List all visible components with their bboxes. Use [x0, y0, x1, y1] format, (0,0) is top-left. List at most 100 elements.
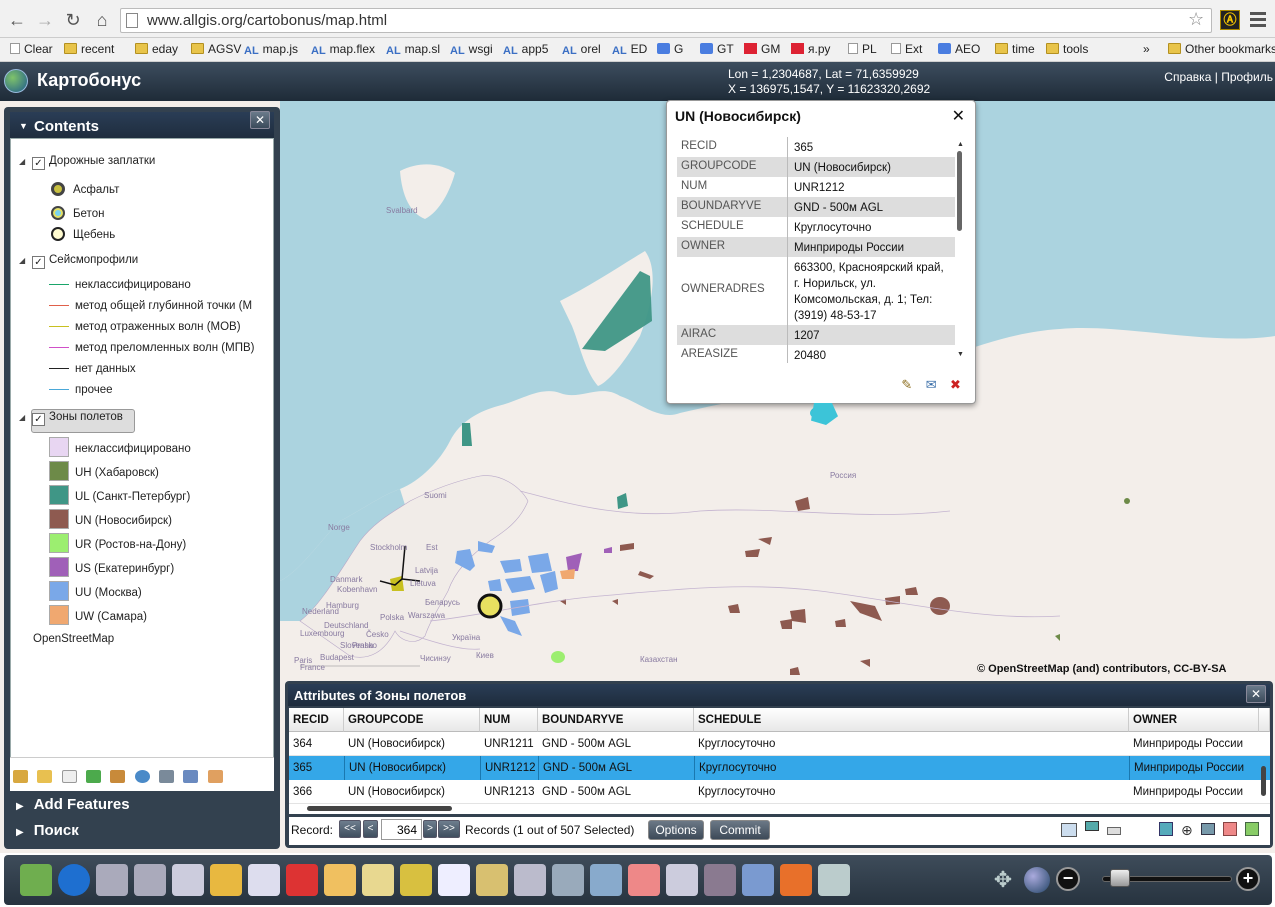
- database-icon[interactable]: [818, 864, 850, 896]
- field-settings-icon[interactable]: [1245, 822, 1259, 836]
- full-extent-icon[interactable]: [1024, 867, 1050, 893]
- filter-icon[interactable]: [183, 770, 199, 783]
- grid-vertical-scrollbar[interactable]: [1261, 766, 1266, 796]
- group-layer-icon[interactable]: [37, 770, 53, 783]
- zoom-in-button[interactable]: +: [1236, 867, 1260, 891]
- edit-icon[interactable]: ✎: [899, 377, 914, 392]
- bookmark-14[interactable]: я.ру: [791, 42, 830, 56]
- popup-scrollbar[interactable]: ▲ ▼: [957, 141, 964, 361]
- extension-icon[interactable]: Ⓐ: [1220, 10, 1240, 30]
- bookmark-16[interactable]: Ext: [891, 42, 922, 56]
- next-record-button[interactable]: >: [423, 820, 437, 838]
- info-icon[interactable]: [58, 864, 90, 896]
- options-button[interactable]: Options: [648, 820, 704, 840]
- bookmark-1[interactable]: recent: [64, 42, 114, 56]
- select-edit-icon[interactable]: [590, 864, 622, 896]
- bookmark-12[interactable]: GT: [700, 42, 734, 56]
- grid-icon[interactable]: [362, 864, 394, 896]
- contents-close-button[interactable]: ✕: [250, 111, 270, 129]
- basemap-row[interactable]: OpenStreetMap: [33, 633, 114, 645]
- layer-checkbox[interactable]: ✓: [32, 413, 45, 426]
- home-icon[interactable]: ⌂: [91, 9, 113, 31]
- expand-icon[interactable]: ◢: [19, 256, 28, 265]
- clear-selection-icon[interactable]: [1223, 822, 1237, 836]
- table-row[interactable]: 365 UN (Новосибирск) UNR1212 GND - 500м AGL…: [289, 756, 1270, 780]
- bookmark-18[interactable]: time: [995, 42, 1035, 56]
- pan-icon[interactable]: ✥: [990, 867, 1016, 893]
- last-record-button[interactable]: >>: [438, 820, 460, 838]
- bookmark-6[interactable]: AL map.sl: [386, 42, 440, 57]
- table-icon[interactable]: [159, 770, 175, 783]
- attribute-close-button[interactable]: ✕: [1246, 685, 1266, 703]
- binoculars-icon[interactable]: [514, 864, 546, 896]
- commit-button[interactable]: Commit: [710, 820, 770, 840]
- bookmark-9[interactable]: AL orel: [562, 42, 601, 57]
- bookmark-5[interactable]: AL map.flex: [311, 42, 375, 57]
- rss-icon[interactable]: [780, 864, 812, 896]
- column-header[interactable]: GROUPCODE: [344, 708, 480, 732]
- measure-area-icon[interactable]: [134, 864, 166, 896]
- basemap-icon[interactable]: [400, 864, 432, 896]
- grid-horizontal-scrollbar[interactable]: [307, 806, 452, 811]
- edit-map-icon[interactable]: [476, 864, 508, 896]
- layer-row[interactable]: ◢ ✓ Зоны полетов: [19, 411, 123, 426]
- bookmark-11[interactable]: G: [657, 42, 683, 56]
- add-layer-icon[interactable]: [13, 770, 28, 783]
- print-icon[interactable]: [248, 864, 280, 896]
- document-icon[interactable]: [438, 864, 470, 896]
- bookmark-0[interactable]: Clear: [10, 42, 53, 56]
- expand-icon[interactable]: ◢: [19, 413, 28, 422]
- bookmark-10[interactable]: AL ED: [612, 42, 647, 57]
- bookmark-7[interactable]: AL wsgi: [450, 42, 493, 57]
- comment-icon[interactable]: ✉: [924, 377, 939, 392]
- bookmark-4[interactable]: AL map.js: [244, 42, 298, 57]
- bookmarks-more-button[interactable]: »: [1143, 42, 1150, 56]
- add-features-section[interactable]: ▶ Add Features: [16, 796, 130, 813]
- measure-icon[interactable]: [96, 864, 128, 896]
- column-header[interactable]: RECID: [289, 708, 344, 732]
- profile-link[interactable]: Профиль: [1221, 70, 1273, 84]
- zoom-selected-icon[interactable]: [1159, 822, 1173, 836]
- table-row[interactable]: 366 UN (Новосибирск) UNR1213 GND - 500м AGL…: [289, 780, 1270, 804]
- layer-tool-icon[interactable]: [704, 864, 736, 896]
- bookmark-13[interactable]: GM: [744, 42, 780, 56]
- bookmark-8[interactable]: AL app5: [503, 42, 548, 57]
- help-link[interactable]: Справка: [1164, 70, 1211, 84]
- feature-popup[interactable]: UN (Новосибирск) ✕ RECID 365 GROUPCODE UN (…: [666, 100, 976, 404]
- view-table-icon[interactable]: [1061, 823, 1077, 837]
- refresh-icon[interactable]: [86, 770, 102, 783]
- eraser-icon[interactable]: [628, 864, 660, 896]
- view-list-icon[interactable]: [1107, 827, 1121, 835]
- address-bar[interactable]: www.allgis.org/cartobonus/map.html: [120, 8, 1212, 33]
- column-header[interactable]: NUM: [480, 708, 538, 732]
- bookmark-20[interactable]: Other bookmarks: [1168, 42, 1275, 56]
- delete-icon[interactable]: ✖: [948, 377, 963, 392]
- column-header[interactable]: SCHEDULE: [694, 708, 1129, 732]
- search-section[interactable]: ▶ Поиск: [16, 822, 79, 839]
- bookmark-17[interactable]: AEO: [938, 42, 980, 56]
- bookmark-3[interactable]: AGSV: [191, 42, 241, 56]
- layer-checkbox[interactable]: ✓: [32, 157, 45, 170]
- settings-icon[interactable]: [110, 770, 126, 783]
- collapse-icon[interactable]: ▼: [19, 121, 28, 131]
- layer-row[interactable]: ◢ ✓ Дорожные заплатки: [19, 155, 155, 170]
- style-icon[interactable]: [207, 770, 223, 783]
- zoom-out-button[interactable]: −: [1056, 867, 1080, 891]
- table-row[interactable]: 364 UN (Новосибирск) UNR1211 GND - 500м AGL…: [289, 732, 1270, 756]
- popup-close-button[interactable]: ✕: [952, 106, 965, 126]
- column-header[interactable]: OWNER: [1129, 708, 1259, 732]
- layer-row[interactable]: ◢ ✓ Сейсмопрофили: [19, 254, 138, 269]
- pdf-icon[interactable]: [286, 864, 318, 896]
- prev-record-button[interactable]: <: [363, 820, 378, 838]
- layer-checkbox[interactable]: ✓: [32, 256, 45, 269]
- globe-icon[interactable]: [134, 770, 150, 783]
- expand-icon[interactable]: ◢: [19, 157, 28, 166]
- open-folder-icon[interactable]: [210, 864, 242, 896]
- zoom-slider-thumb[interactable]: [1110, 869, 1130, 887]
- select-icon[interactable]: [552, 864, 584, 896]
- browser-menu-icon[interactable]: [1250, 12, 1266, 30]
- reload-icon[interactable]: ↻: [62, 9, 84, 31]
- back-icon[interactable]: ←: [6, 9, 28, 31]
- bookmark-star-icon[interactable]: ☆: [1188, 9, 1204, 30]
- bookmark-icon[interactable]: [742, 864, 774, 896]
